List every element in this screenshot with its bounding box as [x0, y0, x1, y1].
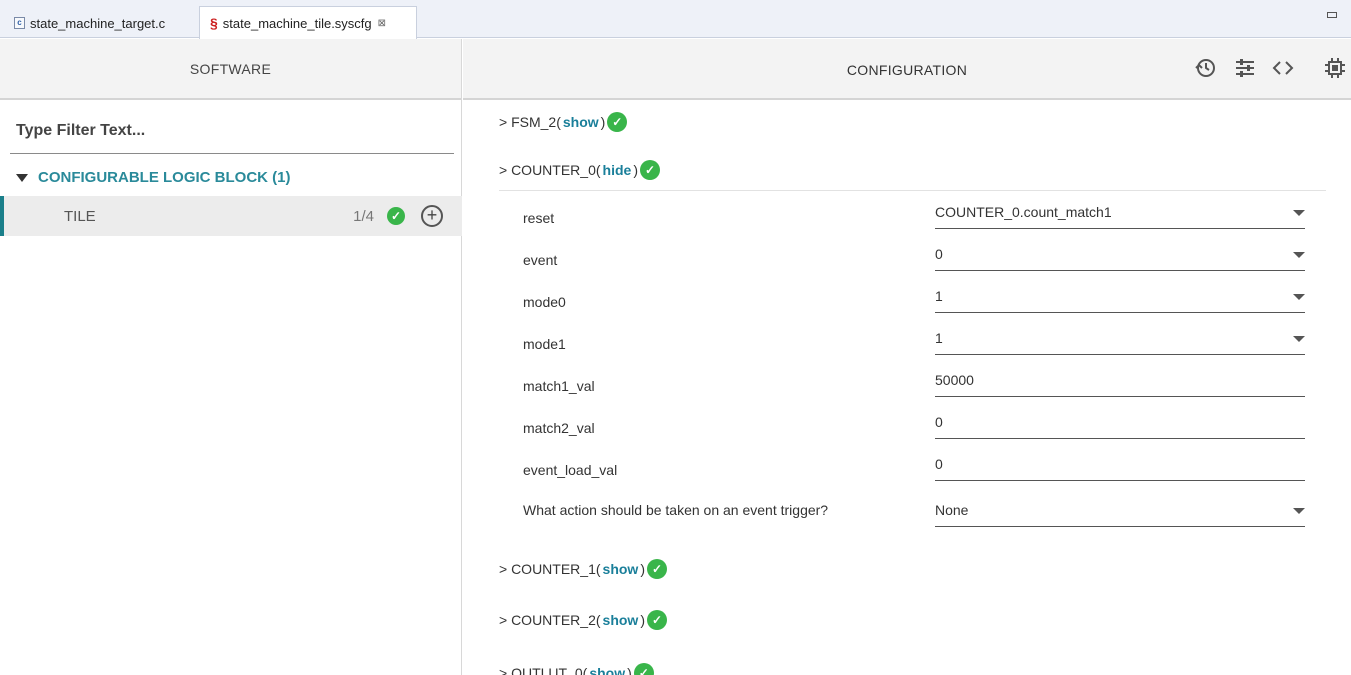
c-file-icon: c: [14, 17, 25, 29]
param-label: mode1: [523, 336, 566, 352]
param-row-match2-val: match2_val 0: [523, 408, 1313, 450]
minimize-icon[interactable]: [1327, 12, 1337, 18]
param-row-reset: reset COUNTER_0.count_match1: [523, 198, 1313, 240]
divider: [499, 190, 1326, 191]
module-outlut-0: > OUTLUT_0( show ) ✓: [499, 663, 654, 675]
param-row-event-action: What action should be taken on an event …: [523, 496, 1313, 548]
tile-label: TILE: [64, 207, 96, 225]
check-circle-icon: ✓: [646, 559, 667, 579]
configuration-panel: CONFIGURATION > FSM_2( show ) ✓ > COUNTE…: [463, 39, 1351, 675]
show-link[interactable]: show: [589, 665, 625, 675]
module-label: > COUNTER_2(: [499, 612, 601, 628]
tab-label: state_machine_target.c: [30, 15, 166, 31]
close-icon[interactable]: ⊠: [378, 18, 386, 29]
configuration-header-bar: CONFIGURATION: [463, 39, 1351, 100]
module-label: > FSM_2(: [499, 114, 561, 130]
configuration-title: CONFIGURATION: [846, 61, 968, 78]
sidebar-item-tile[interactable]: TILE 1/4 ✓ +: [0, 196, 462, 236]
tab-state-machine-target-c[interactable]: c state_machine_target.c: [6, 8, 173, 38]
module-label: > OUTLUT_0(: [499, 665, 588, 675]
param-label: match1_val: [523, 378, 595, 394]
dropdown-caret-icon[interactable]: [1293, 294, 1305, 300]
dropdown-caret-icon[interactable]: [1293, 252, 1305, 258]
hide-link[interactable]: hide: [603, 162, 632, 178]
chip-icon[interactable]: [1323, 57, 1347, 81]
code-icon[interactable]: [1271, 57, 1295, 81]
mode1-select[interactable]: 1: [935, 328, 1305, 355]
event-load-val-input[interactable]: 0: [935, 454, 1305, 481]
show-link[interactable]: show: [603, 612, 639, 628]
param-row-match1-val: match1_val 50000: [523, 366, 1313, 408]
param-label: reset: [523, 210, 555, 226]
dropdown-caret-icon[interactable]: [1293, 508, 1305, 514]
tile-count: 1/4: [353, 207, 374, 225]
module-label: > COUNTER_1(: [499, 561, 601, 577]
show-link[interactable]: show: [563, 114, 599, 130]
event-action-select[interactable]: None: [935, 500, 1305, 527]
check-circle-icon: ✓: [646, 610, 667, 630]
tab-state-machine-tile-syscfg[interactable]: § state_machine_tile.syscfg ⊠: [199, 6, 417, 39]
syscfg-icon: §: [210, 15, 218, 31]
param-row-mode1: mode1 1: [523, 324, 1313, 366]
settings-sliders-icon[interactable]: [1233, 57, 1257, 81]
check-circle-icon: ✓: [607, 112, 628, 132]
module-counter-0: > COUNTER_0( hide ) ✓: [499, 160, 660, 180]
match2-val-input[interactable]: 0: [935, 412, 1305, 439]
editor-tab-bar: c state_machine_target.c § state_machine…: [0, 0, 1351, 39]
software-panel: SOFTWARE Type Filter Text... CONFIGURABL…: [0, 39, 462, 675]
module-counter-1: > COUNTER_1( show ) ✓: [499, 559, 667, 579]
module-fsm-2: > FSM_2( show ) ✓: [499, 112, 628, 132]
param-label: match2_val: [523, 420, 595, 436]
param-row-event: event 0: [523, 240, 1313, 282]
param-row-event-load-val: event_load_val 0: [523, 450, 1313, 492]
check-circle-icon: ✓: [639, 160, 660, 180]
reset-select[interactable]: COUNTER_0.count_match1: [935, 202, 1305, 229]
match1-val-input[interactable]: 50000: [935, 370, 1305, 397]
add-circle-icon[interactable]: +: [421, 205, 443, 227]
history-icon[interactable]: [1193, 57, 1217, 81]
dropdown-caret-icon[interactable]: [1293, 336, 1305, 342]
group-label: CONFIGURABLE LOGIC BLOCK (1): [38, 169, 291, 186]
dropdown-caret-icon[interactable]: [1293, 210, 1305, 216]
mode0-select[interactable]: 1: [935, 286, 1305, 313]
show-link[interactable]: show: [603, 561, 639, 577]
expand-triangle-icon[interactable]: [16, 173, 28, 182]
check-circle-icon: ✓: [633, 663, 654, 675]
event-select[interactable]: 0: [935, 244, 1305, 271]
configurable-logic-block-group[interactable]: CONFIGURABLE LOGIC BLOCK (1): [16, 169, 291, 186]
tab-label: state_machine_tile.syscfg: [222, 15, 372, 31]
module-label: > COUNTER_0(: [499, 162, 601, 178]
module-counter-2: > COUNTER_2( show ) ✓: [499, 610, 667, 630]
param-label: mode0: [523, 294, 566, 310]
software-header: SOFTWARE: [0, 39, 461, 100]
check-circle-icon: ✓: [387, 207, 405, 225]
param-row-mode0: mode0 1: [523, 282, 1313, 324]
filter-input[interactable]: Type Filter Text...: [10, 116, 454, 154]
param-label: event_load_val: [523, 462, 618, 478]
param-label: What action should be taken on an event …: [523, 502, 829, 518]
param-label: event: [523, 252, 558, 268]
